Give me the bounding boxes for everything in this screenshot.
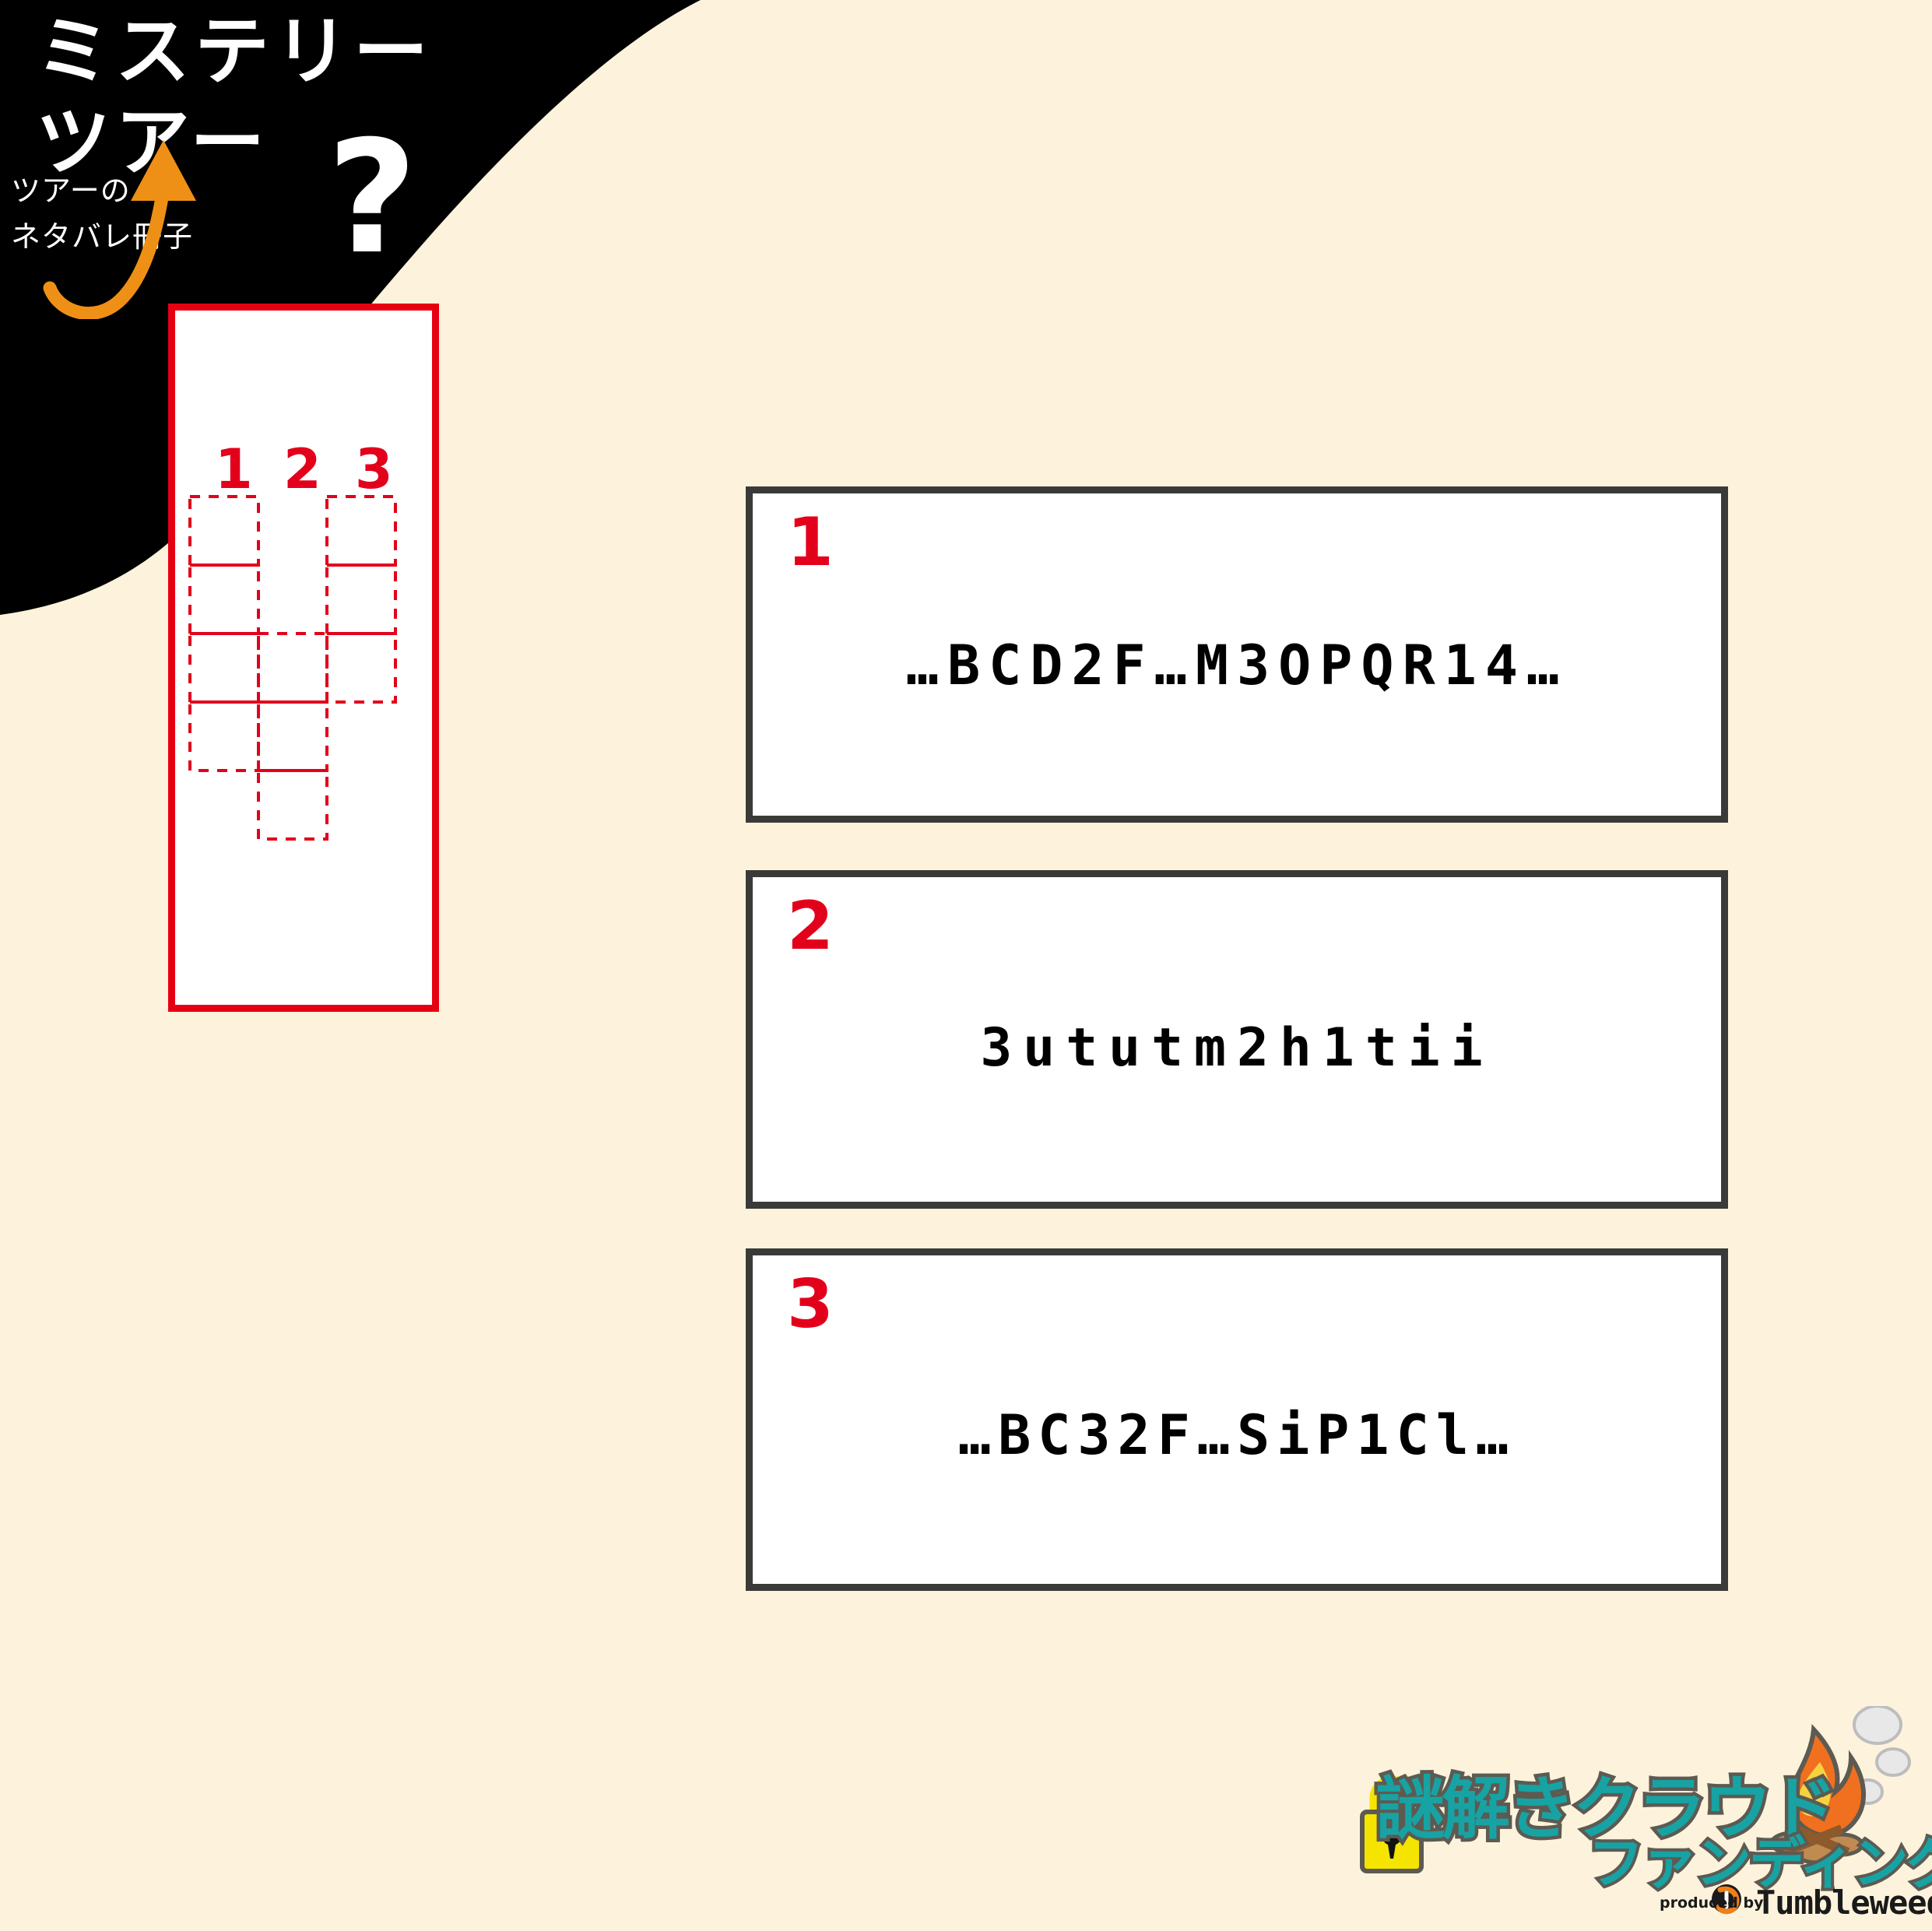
grid-column-label-1: 1 (215, 437, 253, 501)
grid-cell (188, 700, 260, 772)
answer-number-3: 3 (787, 1266, 834, 1343)
answer-panel-1: 1 …BCD2F…M3OPQR14… (746, 486, 1728, 823)
answer-number-2: 2 (787, 887, 834, 965)
answer-panel-2: 2 3ututm2h1tii (746, 870, 1728, 1209)
produced-by-label: produced by (1660, 1894, 1764, 1912)
grid-cell (188, 495, 260, 567)
answer-panel-3: 3 …BC32F…SiP1Cl… (746, 1248, 1728, 1591)
grid-cell (188, 632, 260, 704)
grid-cell (325, 564, 397, 635)
brand-name: Tumbleweed (1756, 1884, 1932, 1922)
curved-up-arrow-icon (43, 140, 196, 319)
grid-column-label-3: 3 (355, 437, 393, 501)
answer-text-3: …BC32F…SiP1Cl… (957, 1403, 1516, 1467)
answer-number-1: 1 (787, 504, 834, 581)
answer-text-2: 3ututm2h1tii (980, 1017, 1494, 1079)
question-mark-icon: ? (327, 107, 418, 289)
dashed-answer-grid (188, 495, 397, 841)
answer-text-1: …BCD2F…M3OPQR14… (905, 634, 1568, 697)
grid-column-label-2: 2 (283, 437, 321, 501)
grid-column-labels: 1 2 3 (168, 442, 439, 497)
poster-canvas: ミステリー ツアー ? ツアーの ネタバレ冊子 1 2 3 1 …BCD2F…M… (0, 0, 1932, 1931)
grid-cell (325, 495, 397, 567)
grid-cell (325, 632, 397, 704)
brand-logo: 謎解きクラウド ファンディング produced by Tumbleweed (1354, 1706, 1932, 1922)
grid-cell (188, 564, 260, 635)
grid-cell (257, 632, 328, 704)
grid-cell (257, 769, 328, 841)
grid-cell (257, 700, 328, 772)
